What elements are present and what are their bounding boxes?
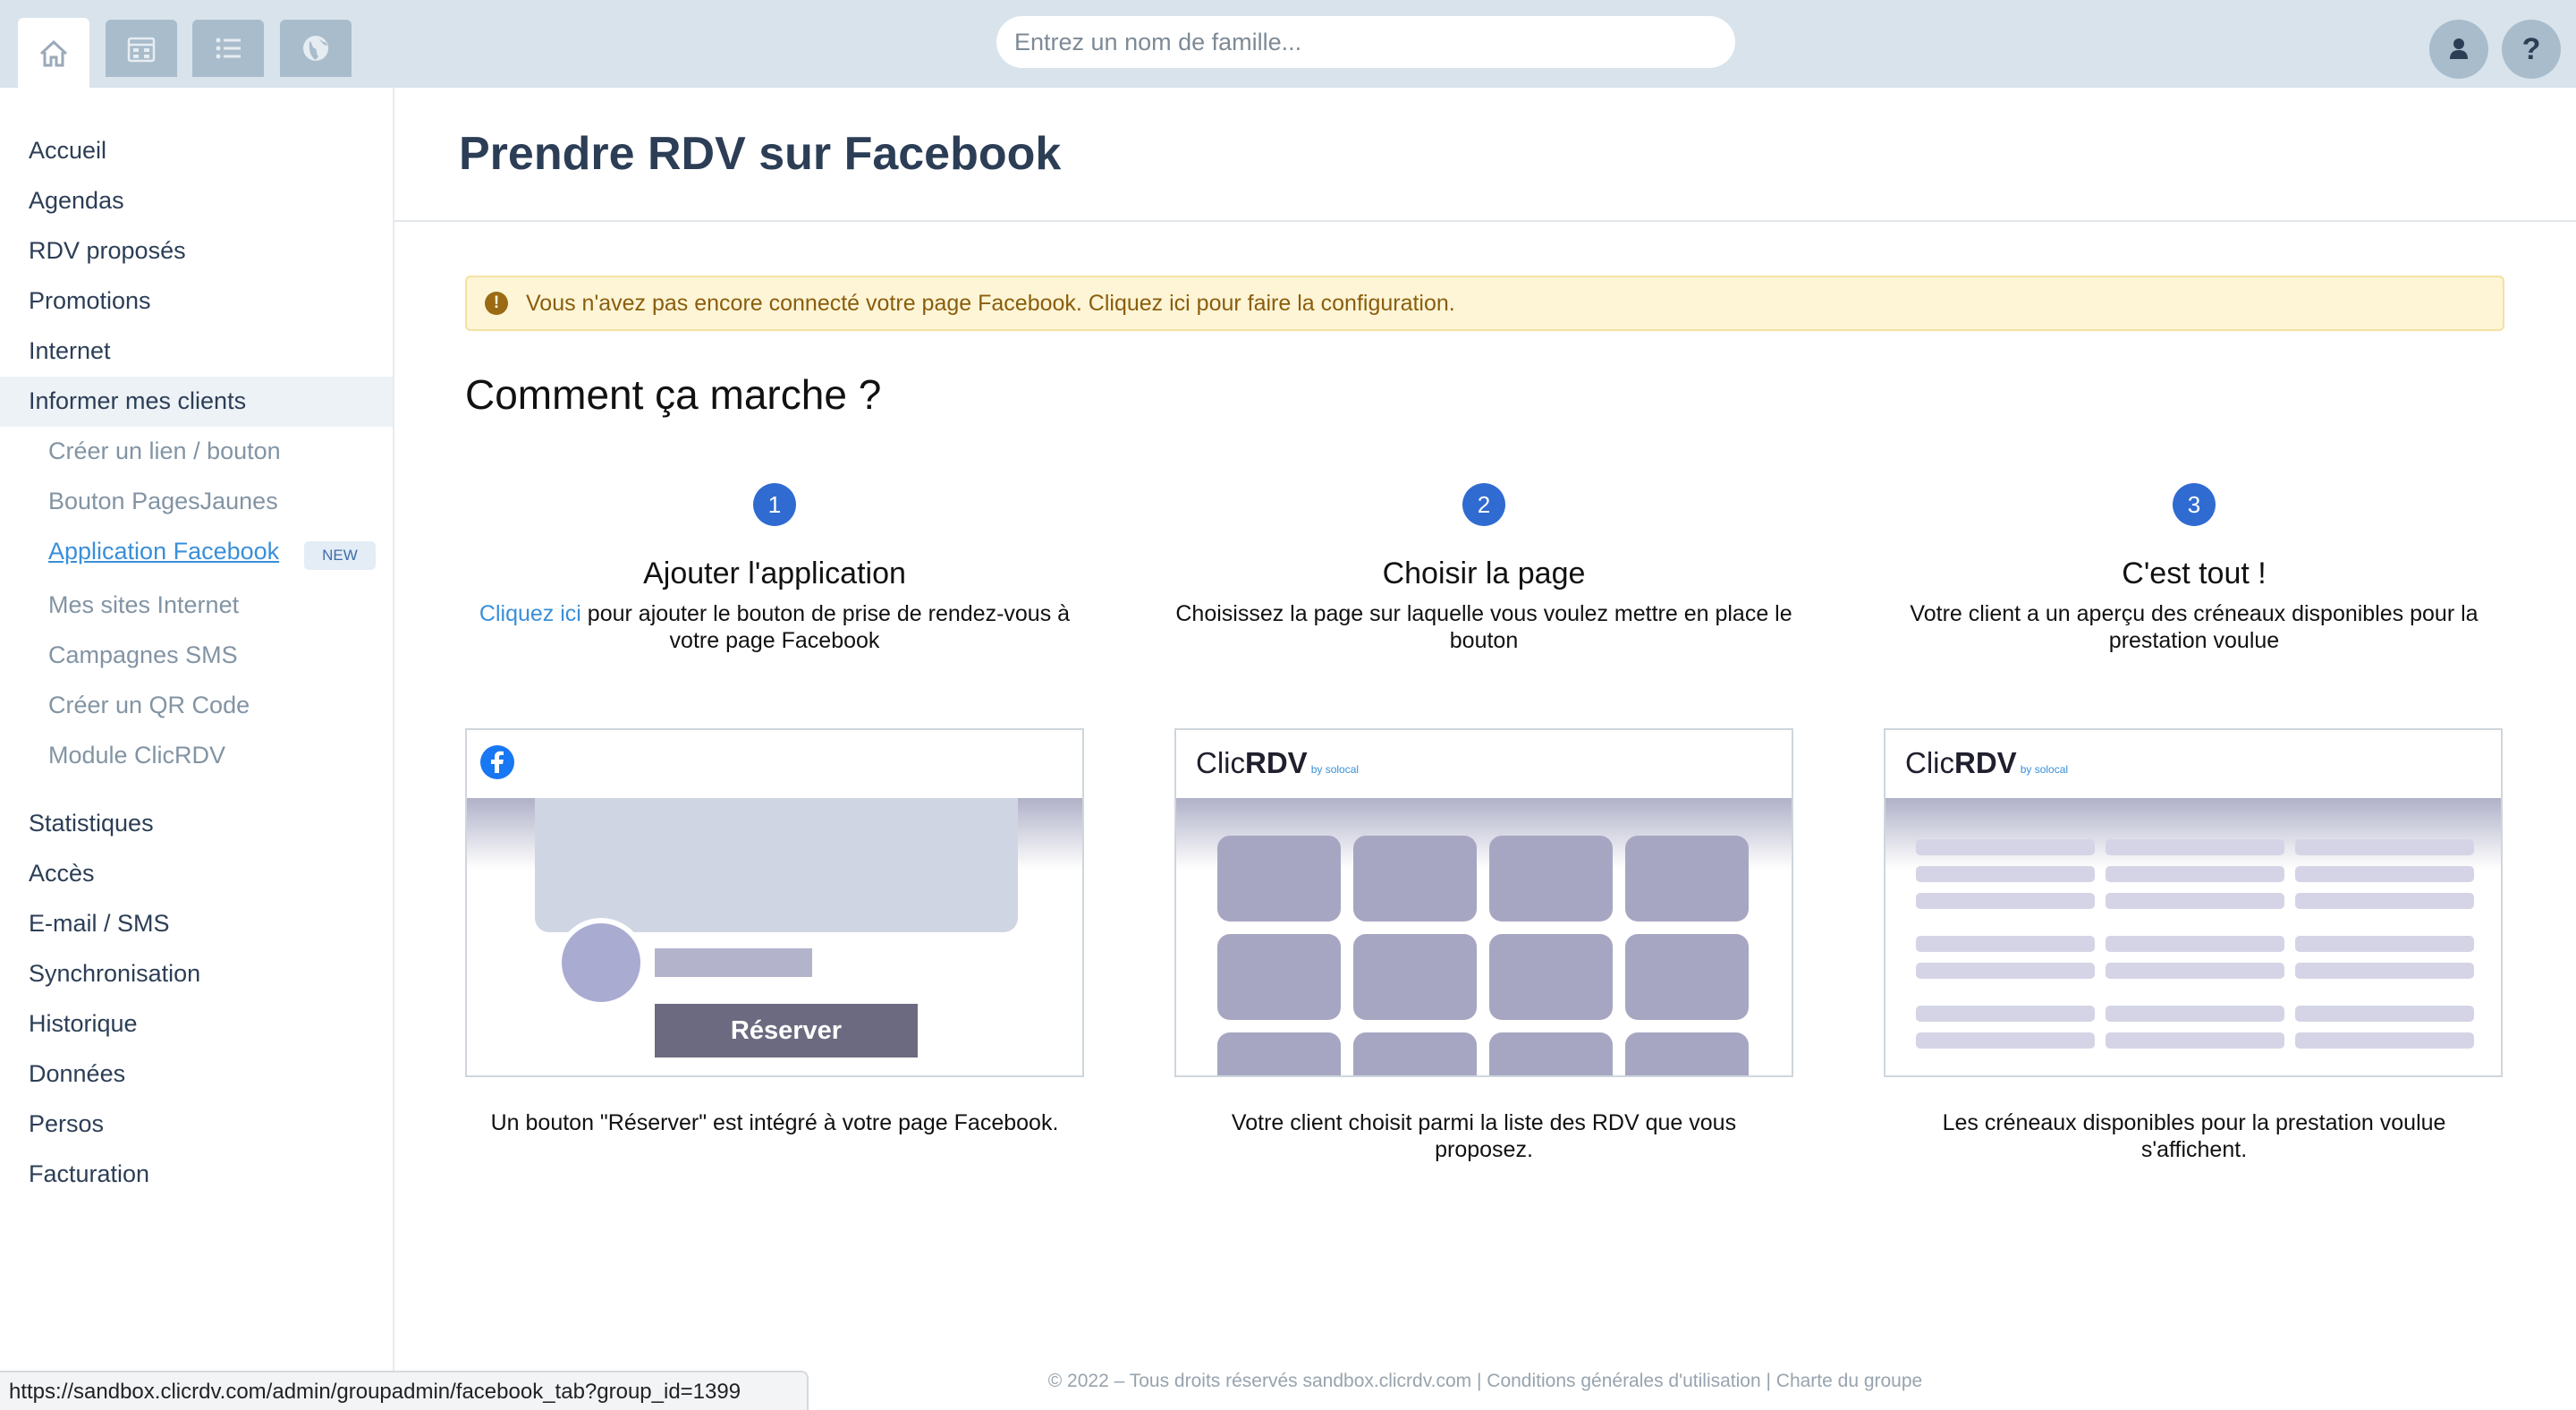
reserve-button-illustration: Réserver	[655, 1004, 918, 1058]
sidebar-item-rdv-proposes[interactable]: RDV proposés	[29, 237, 186, 265]
sidebar-item-email-sms[interactable]: E-mail / SMS	[29, 910, 170, 938]
facebook-page-illustration: Réserver	[465, 728, 1084, 1077]
avatar-placeholder	[556, 918, 646, 1007]
sidebar-item-internet[interactable]: Internet	[29, 337, 111, 365]
sidebar-item-acces[interactable]: Accès	[29, 860, 95, 888]
sidebar-item-agendas[interactable]: Agendas	[29, 187, 124, 215]
slots-grid	[1916, 839, 2479, 1049]
name-placeholder	[655, 948, 812, 977]
help-button[interactable]: ?	[2502, 20, 2561, 79]
section-title: Comment ça marche ?	[465, 371, 882, 418]
sidebar: Accueil Agendas RDV proposés Promotions …	[0, 88, 394, 1410]
step-2: 2 Choisir la page Choisissez la page sur…	[1171, 483, 1797, 654]
top-bar: ?	[0, 0, 2576, 89]
list-icon	[216, 38, 241, 59]
tab-list[interactable]	[192, 20, 264, 77]
sidebar-subitem-mes-sites-internet[interactable]: Mes sites Internet	[48, 591, 239, 619]
sidebar-item-synchronisation[interactable]: Synchronisation	[29, 960, 200, 988]
sidebar-item-historique[interactable]: Historique	[29, 1010, 138, 1038]
clicrdv-logo: ClicRDV by solocal	[1905, 746, 2069, 779]
home-icon	[39, 39, 68, 67]
warning-alert: ! Vous n'avez pas encore connecté votre …	[465, 276, 2504, 331]
help-icon: ?	[2521, 31, 2541, 66]
step-title: Ajouter l'application	[643, 556, 906, 590]
sidebar-item-promotions[interactable]: Promotions	[29, 287, 151, 315]
sidebar-subitem-application-facebook[interactable]: Application Facebook	[48, 538, 279, 565]
globe-icon	[303, 36, 328, 61]
sidebar-subitem-campagnes-sms[interactable]: Campagnes SMS	[48, 641, 238, 669]
user-icon	[2450, 38, 2468, 59]
step-3-caption: Les créneaux disponibles pour la prestat…	[1942, 1110, 2446, 1162]
step-2-caption: Votre client choisit parmi la liste des …	[1231, 1110, 1737, 1162]
step-description: Cliquez ici pour ajouter le bouton de pr…	[479, 601, 1071, 653]
facebook-icon	[480, 745, 514, 779]
step-description: Choisissez la page sur laquelle vous vou…	[1175, 601, 1792, 653]
tab-home[interactable]	[18, 18, 89, 89]
sidebar-item-label: Informer mes clients	[29, 387, 247, 414]
sidebar-item-persos[interactable]: Persos	[29, 1110, 104, 1138]
step-1: 1 Ajouter l'application Cliquez ici pour…	[462, 483, 1088, 654]
sidebar-subitem-creer-lien[interactable]: Créer un lien / bouton	[48, 437, 281, 465]
search-input[interactable]	[996, 16, 1735, 68]
alert-message: Vous n'avez pas encore connecté votre pa…	[526, 291, 1455, 316]
step-number: 1	[753, 483, 796, 526]
step-number: 2	[1462, 483, 1505, 526]
sidebar-item-informer-mes-clients[interactable]: Informer mes clients	[0, 377, 393, 427]
page-title: Prendre RDV sur Facebook	[459, 128, 1062, 180]
step-number: 3	[2173, 483, 2216, 526]
tab-calendar[interactable]	[106, 20, 177, 77]
step-title: Choisir la page	[1382, 556, 1586, 590]
warning-icon: !	[485, 292, 508, 315]
status-bar-url: https://sandbox.clicrdv.com/admin/groupa…	[0, 1371, 809, 1410]
new-badge: NEW	[304, 541, 376, 570]
sidebar-subitem-module-clicrdv[interactable]: Module ClicRDV	[48, 742, 225, 769]
step-title: C'est tout !	[2122, 556, 2267, 590]
page-header: Prendre RDV sur Facebook	[394, 88, 2576, 222]
clicrdv-logo: ClicRDV by solocal	[1196, 746, 1360, 779]
step-1-caption: Un bouton "Réserver" est intégré à votre…	[490, 1110, 1059, 1135]
clicrdv-slots-illustration: ClicRDV by solocal	[1884, 728, 2503, 1077]
user-button[interactable]	[2429, 20, 2488, 79]
step-3: 3 C'est tout ! Votre client a un aperçu …	[1881, 483, 2507, 654]
calendar-icon	[127, 37, 156, 63]
tab-internet[interactable]	[280, 20, 352, 77]
sidebar-item-donnees[interactable]: Données	[29, 1060, 125, 1088]
rdv-grid	[1217, 836, 1772, 1075]
alert-config-link[interactable]: Cliquez ici pour faire la configuration.	[1089, 291, 1455, 316]
sidebar-item-facturation[interactable]: Facturation	[29, 1160, 149, 1188]
cover-placeholder	[535, 798, 1018, 932]
sidebar-item-accueil[interactable]: Accueil	[29, 137, 106, 165]
sidebar-item-statistiques[interactable]: Statistiques	[29, 810, 154, 837]
step-description: Votre client a un aperçu des créneaux di…	[1910, 601, 2479, 653]
sidebar-subitem-bouton-pagesjaunes[interactable]: Bouton PagesJaunes	[48, 488, 278, 515]
clicrdv-list-illustration: ClicRDV by solocal	[1174, 728, 1793, 1077]
sidebar-subitem-qr-code[interactable]: Créer un QR Code	[48, 692, 250, 719]
add-app-link[interactable]: Cliquez ici	[479, 601, 581, 626]
